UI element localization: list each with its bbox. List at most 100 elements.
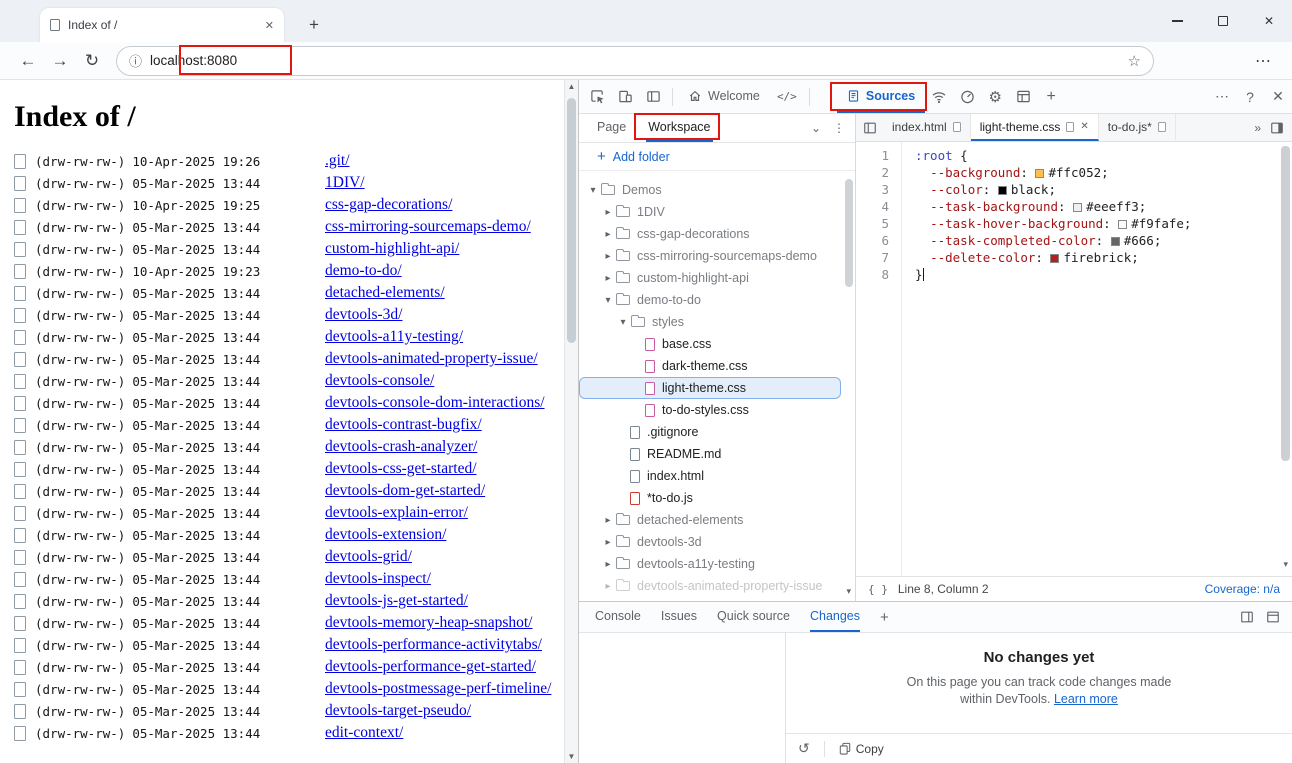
browser-menu-icon[interactable]: ⋯: [1246, 51, 1280, 71]
devtools-close-icon[interactable]: ✕: [1264, 80, 1292, 113]
chevron-down-icon[interactable]: ▾: [601, 295, 615, 306]
new-tab-button[interactable]: +: [300, 11, 328, 39]
tree-file[interactable]: index.html: [579, 465, 841, 487]
entry-link[interactable]: devtools-css-get-started/: [325, 460, 477, 478]
entry-link[interactable]: devtools-console-dom-interactions/: [325, 394, 545, 412]
tree-file[interactable]: .gitignore: [579, 421, 841, 443]
entry-link[interactable]: devtools-a11y-testing/: [325, 328, 463, 346]
settings-gear-icon[interactable]: ⚙: [981, 80, 1009, 113]
entry-link[interactable]: detached-elements/: [325, 284, 445, 302]
tab-overflow-icon[interactable]: »: [1254, 121, 1261, 135]
close-icon[interactable]: ✕: [1080, 121, 1088, 132]
entry-link[interactable]: devtools-performance-get-started/: [325, 658, 536, 676]
learn-more-link[interactable]: Learn more: [1054, 692, 1118, 706]
tree-folder[interactable]: ▸custom-highlight-api: [579, 267, 841, 289]
tree-file[interactable]: dark-theme.css: [579, 355, 841, 377]
refresh-button[interactable]: ↻: [76, 51, 108, 71]
chevron-right-icon[interactable]: ▸: [601, 207, 615, 218]
dock-panel-icon[interactable]: [1240, 610, 1254, 624]
drawer-tab-issues[interactable]: Issues: [661, 602, 697, 632]
layout-panel-icon[interactable]: [1009, 80, 1037, 113]
entry-link[interactable]: devtools-js-get-started/: [325, 592, 468, 610]
page-scrollbar[interactable]: ▲ ▼: [564, 80, 578, 763]
editor-tab[interactable]: index.html: [883, 114, 971, 141]
add-folder-button[interactable]: + Add folder: [579, 143, 855, 171]
tree-file[interactable]: to-do-styles.css: [579, 399, 841, 421]
entry-link[interactable]: devtools-animated-property-issue/: [325, 350, 538, 368]
tree-folder[interactable]: ▾demo-to-do: [579, 289, 841, 311]
chevron-right-icon[interactable]: ▸: [601, 537, 615, 548]
scroll-down-icon[interactable]: ▾: [1283, 559, 1288, 570]
tree-folder[interactable]: ▸devtools-animated-property-issue: [579, 575, 841, 597]
tree-file[interactable]: *to-do.js: [579, 487, 841, 509]
entry-link[interactable]: devtools-inspect/: [325, 570, 431, 588]
tree-folder[interactable]: ▸css-gap-decorations: [579, 223, 841, 245]
entry-link[interactable]: devtools-3d/: [325, 306, 403, 324]
address-bar[interactable]: ⓘ localhost:8080 ☆: [116, 46, 1154, 76]
drawer-tab-quick-source[interactable]: Quick source: [717, 602, 790, 632]
color-swatch[interactable]: [1050, 254, 1059, 263]
entry-link[interactable]: devtools-memory-heap-snapshot/: [325, 614, 532, 632]
scrollbar-thumb[interactable]: [567, 98, 576, 343]
entry-link[interactable]: devtools-console/: [325, 372, 434, 390]
chevron-right-icon[interactable]: ▸: [601, 229, 615, 240]
site-info-icon[interactable]: ⓘ: [129, 51, 142, 70]
close-button[interactable]: ✕: [1246, 0, 1292, 42]
network-icon[interactable]: [925, 80, 953, 113]
tree-folder[interactable]: ▸devtools-3d: [579, 531, 841, 553]
color-swatch[interactable]: [1111, 237, 1120, 246]
maximize-button[interactable]: [1200, 0, 1246, 42]
forward-button[interactable]: →: [44, 51, 76, 71]
tree-file[interactable]: README.md: [579, 443, 841, 465]
navigator-tab-page[interactable]: Page: [595, 114, 628, 142]
chevron-down-icon[interactable]: ▾: [586, 185, 600, 196]
editor-tab[interactable]: light-theme.css✕: [971, 114, 1099, 141]
pretty-print-icon[interactable]: { }: [868, 583, 888, 596]
chevron-right-icon[interactable]: ▸: [601, 515, 615, 526]
browser-tab[interactable]: Index of / ✕: [40, 8, 284, 42]
entry-link[interactable]: devtools-extension/: [325, 526, 446, 544]
code-icon[interactable]: </>: [770, 80, 804, 113]
entry-link[interactable]: devtools-performance-activitytabs/: [325, 636, 542, 654]
color-swatch[interactable]: [1118, 220, 1127, 229]
code-area[interactable]: :root { --background: #ffc052; --color: …: [902, 142, 1292, 576]
tree-folder[interactable]: ▸1DIV: [579, 201, 841, 223]
device-toolbar-icon[interactable]: [611, 80, 639, 113]
drawer-tab-console[interactable]: Console: [595, 602, 641, 632]
entry-link[interactable]: demo-to-do/: [325, 262, 402, 280]
editor-tab[interactable]: to-do.js*: [1099, 114, 1176, 141]
tree-folder[interactable]: ▸css-mirroring-sourcemaps-demo: [579, 245, 841, 267]
tree-file[interactable]: base.css: [579, 333, 841, 355]
help-icon[interactable]: ?: [1236, 80, 1264, 113]
color-swatch[interactable]: [1073, 203, 1082, 212]
tree-folder[interactable]: ▾styles: [579, 311, 841, 333]
coverage-link[interactable]: Coverage: n/a: [1205, 582, 1280, 596]
minimize-button[interactable]: [1154, 0, 1200, 42]
chevron-right-icon[interactable]: ▸: [601, 581, 615, 592]
activity-bar-icon[interactable]: [639, 80, 667, 113]
chevron-down-icon[interactable]: ⌄: [811, 121, 821, 135]
scroll-down-icon[interactable]: ▾: [846, 586, 851, 597]
debugger-panel-icon[interactable]: [1270, 121, 1284, 135]
entry-link[interactable]: devtools-dom-get-started/: [325, 482, 485, 500]
entry-link[interactable]: devtools-crash-analyzer/: [325, 438, 477, 456]
tab-sources[interactable]: Sources: [837, 80, 925, 113]
tree-file[interactable]: light-theme.css: [579, 377, 841, 399]
color-swatch[interactable]: [1035, 169, 1044, 178]
entry-link[interactable]: devtools-postmessage-perf-timeline/: [325, 680, 551, 698]
add-tools-icon[interactable]: +: [1037, 80, 1065, 113]
revert-icon[interactable]: ↺: [798, 740, 810, 757]
entry-link[interactable]: .git/: [325, 152, 350, 170]
scroll-down-icon[interactable]: ▼: [565, 752, 578, 761]
entry-link[interactable]: edit-context/: [325, 724, 403, 742]
navigator-toggle-icon[interactable]: [856, 114, 883, 141]
chevron-right-icon[interactable]: ▸: [601, 559, 615, 570]
entry-link[interactable]: devtools-explain-error/: [325, 504, 468, 522]
drawer-tab-changes[interactable]: Changes: [810, 602, 860, 632]
entry-link[interactable]: devtools-contrast-bugfix/: [325, 416, 482, 434]
color-swatch[interactable]: [998, 186, 1007, 195]
scrollbar-thumb[interactable]: [845, 179, 853, 287]
entry-link[interactable]: custom-highlight-api/: [325, 240, 459, 258]
add-drawer-tab-icon[interactable]: +: [880, 609, 889, 626]
tab-close-icon[interactable]: ✕: [265, 19, 274, 32]
